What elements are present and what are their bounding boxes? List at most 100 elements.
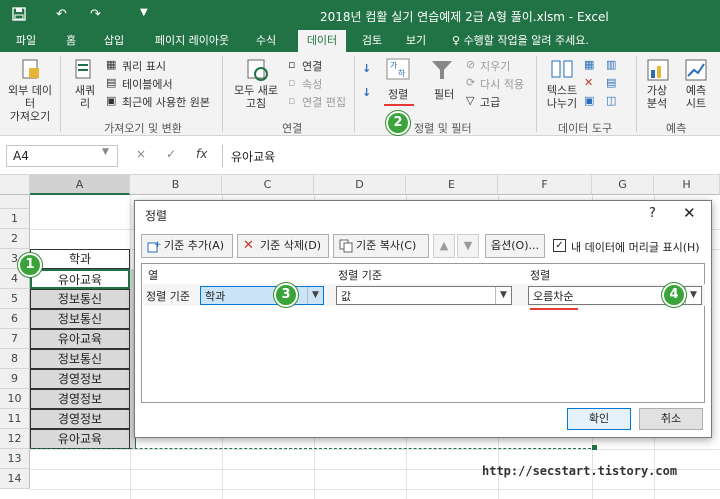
copy-level-button[interactable]: 기준 복사(C) [333, 234, 429, 258]
forecast-sheet-button[interactable]: 예측 시트 [680, 84, 712, 110]
row-header[interactable]: 1 [0, 209, 30, 229]
tab-view[interactable]: 보기 [398, 30, 434, 52]
data-validation-icon[interactable]: ▣ [584, 94, 594, 107]
tell-me-box[interactable]: ♀ 수행할 작업을 알려 주세요. [452, 30, 589, 52]
group-data-tools: 데이터 도구 [558, 122, 613, 135]
cell-a3[interactable]: 학과 [30, 249, 130, 269]
cell-a11[interactable]: 경영정보 [30, 409, 130, 429]
cell-a7[interactable]: 유아교육 [30, 329, 130, 349]
row-header[interactable]: 13 [0, 449, 30, 469]
row-header[interactable]: 8 [0, 349, 30, 369]
text-to-columns-button[interactable]: 텍스트 나누기 [544, 84, 580, 110]
column-header-g[interactable]: G [592, 175, 654, 195]
from-table-button[interactable]: 테이블에서 [122, 76, 173, 92]
headers-checkbox[interactable]: ✓ [553, 239, 566, 252]
clear-filter-icon: ⊘ [466, 58, 476, 71]
enter-icon[interactable]: ✓ [166, 147, 176, 161]
save-icon[interactable] [12, 7, 26, 25]
row-header[interactable]: 12 [0, 429, 30, 449]
filter-icon [432, 61, 452, 79]
cell-a10[interactable]: 경영정보 [30, 389, 130, 409]
connections-button[interactable]: 연결 [302, 58, 322, 74]
row-header[interactable]: 14 [0, 469, 30, 489]
add-level-icon: + [147, 239, 162, 261]
sort-button[interactable]: 정렬 [388, 86, 408, 102]
redo-icon[interactable]: ↷ [90, 7, 101, 22]
cell-a8[interactable]: 정보통신 [30, 349, 130, 369]
column-header-b[interactable]: B [130, 175, 222, 195]
column-header-d[interactable]: D [314, 175, 406, 195]
tab-formulas[interactable]: 수식 [248, 30, 284, 52]
row-header[interactable]: 10 [0, 389, 30, 409]
advanced-button[interactable]: 고급 [480, 94, 500, 110]
select-all-corner[interactable] [0, 175, 30, 195]
fill-handle[interactable] [592, 445, 597, 450]
column-header-e[interactable]: E [406, 175, 498, 195]
filter-button[interactable]: 필터 [434, 86, 454, 102]
what-if-button[interactable]: 가상 분석 [642, 84, 672, 110]
undo-icon[interactable]: ↶ [56, 7, 67, 22]
row-header[interactable]: 9 [0, 369, 30, 389]
column-header-f[interactable]: F [498, 175, 592, 195]
text-to-columns-icon [551, 60, 573, 78]
refresh-all-button[interactable]: 모두 새로 고침 [230, 84, 282, 110]
options-button[interactable]: 옵션(O)... [485, 234, 545, 258]
move-down-button[interactable]: ▼ [457, 234, 479, 258]
what-if-icon [647, 59, 669, 81]
tab-file[interactable]: 파일 [6, 30, 46, 52]
recent-sources-button[interactable]: 최근에 사용한 원본 [122, 94, 210, 110]
row-header[interactable]: 6 [0, 309, 30, 329]
consolidate-icon[interactable]: ✕ [584, 76, 593, 89]
show-queries-button[interactable]: 쿼리 표시 [122, 58, 166, 74]
column-header-h[interactable]: H [654, 175, 720, 195]
tab-data[interactable]: 데이터 [298, 30, 346, 52]
row-header[interactable]: 11 [0, 409, 30, 429]
copy-level-label: 기준 복사(C) [356, 239, 417, 252]
remove-duplicates-icon[interactable]: ▥ [606, 58, 616, 71]
cell-a4[interactable]: 유아교육 [30, 269, 130, 289]
get-external-data-button[interactable]: 외부 데이터 가져오기 [4, 84, 56, 123]
sort-on-select[interactable]: 값 ▼ [336, 286, 512, 305]
column-header-a[interactable]: A [30, 175, 130, 195]
cell-a12[interactable]: 유아교육 [30, 429, 130, 449]
tab-home[interactable]: 홈 [56, 30, 86, 52]
sort-az-icon[interactable]: ↓ [362, 62, 371, 75]
formula-input[interactable]: 유아교육 [222, 145, 716, 167]
name-box-dropdown-icon[interactable]: ▼ [102, 147, 109, 157]
edit-links-button[interactable]: 연결 편집 [302, 94, 346, 110]
svg-text:하: 하 [398, 68, 406, 78]
flash-fill-icon[interactable]: ▦ [584, 58, 594, 71]
step-badge-4: 4 [662, 283, 686, 307]
new-query-button[interactable]: 새쿼 리 [74, 84, 96, 110]
row-header[interactable]: 7 [0, 329, 30, 349]
add-level-button[interactable]: + 기준 추가(A) [141, 234, 233, 258]
cell-a5[interactable]: 정보통신 [30, 289, 130, 309]
help-icon[interactable]: ? [649, 206, 656, 221]
ribbon-separator [636, 56, 637, 132]
customize-icon[interactable]: ▼ [140, 7, 148, 18]
ok-button[interactable]: 확인 [567, 408, 631, 430]
cell-a6[interactable]: 정보통신 [30, 309, 130, 329]
data-model-icon[interactable]: ◫ [606, 94, 616, 107]
insert-function-icon[interactable]: fx [196, 147, 207, 161]
clear-button[interactable]: 지우기 [480, 58, 510, 74]
properties-button[interactable]: 속성 [302, 76, 322, 92]
tab-insert[interactable]: 삽입 [96, 30, 132, 52]
close-icon[interactable]: ✕ [683, 204, 696, 222]
cell-a9[interactable]: 경영정보 [30, 369, 130, 389]
cancel-icon[interactable]: × [136, 147, 146, 161]
reapply-button[interactable]: 다시 적용 [480, 76, 524, 92]
tab-review[interactable]: 검토 [354, 30, 390, 52]
sort-za-icon[interactable]: ↓ [362, 86, 371, 99]
row-header[interactable]: 5 [0, 289, 30, 309]
tab-page-layout[interactable]: 페이지 레이아웃 [142, 30, 242, 52]
cancel-button[interactable]: 취소 [639, 408, 703, 430]
column-select[interactable]: 학과 ▼ [200, 286, 324, 305]
move-up-button[interactable]: ▲ [433, 234, 455, 258]
column-header-c[interactable]: C [222, 175, 314, 195]
row-header-spacer [0, 195, 30, 209]
delete-level-button[interactable]: ✕ 기준 삭제(D) [237, 234, 329, 258]
row-header[interactable]: 2 [0, 229, 30, 249]
relationships-icon[interactable]: ▤ [606, 76, 616, 89]
step-badge-1: 1 [18, 253, 42, 277]
